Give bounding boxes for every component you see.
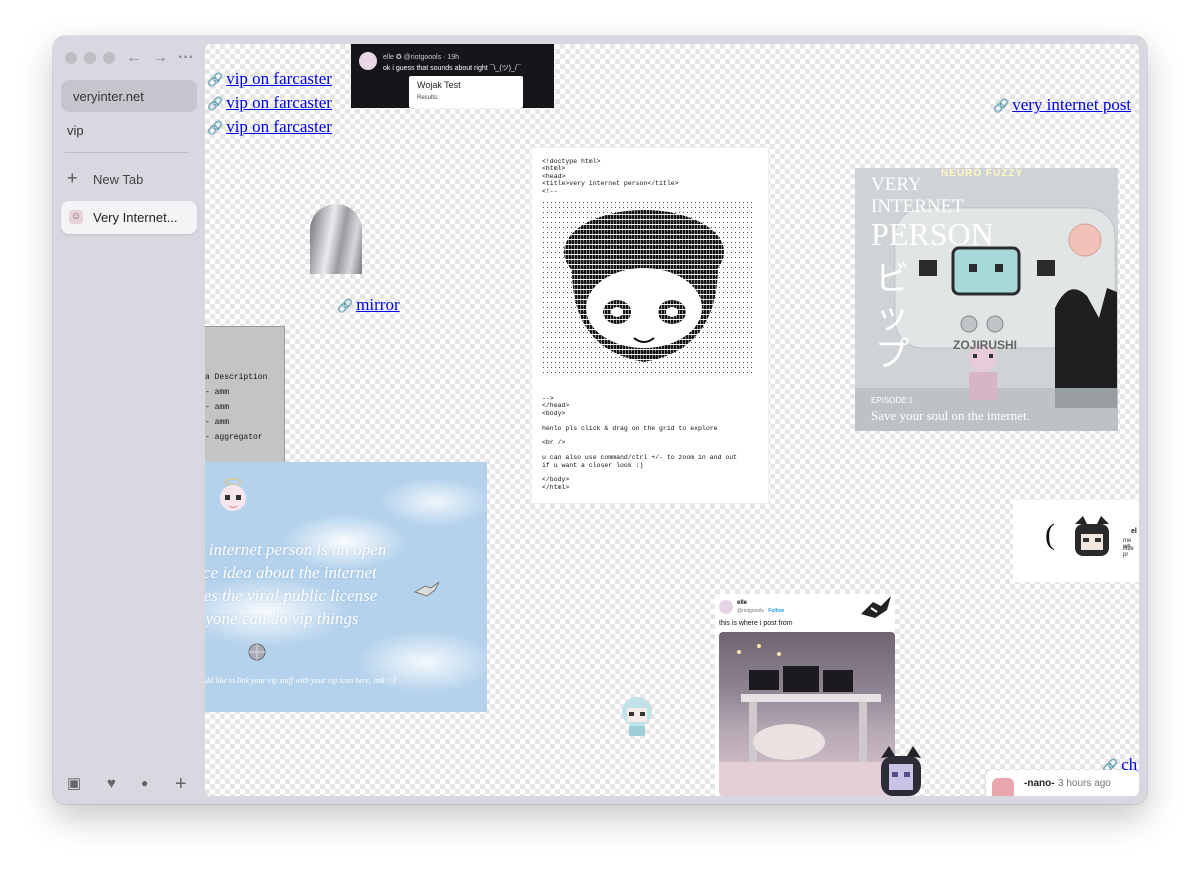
link-farcaster-1[interactable]: 🔗 vip on farcaster — [207, 69, 332, 89]
url-text: veryinter.net — [73, 89, 144, 104]
vip-title-line: VERY — [871, 174, 922, 195]
url-bar[interactable]: veryinter.net — [61, 80, 197, 112]
embedded-card-subtitle: Results: — [417, 95, 439, 101]
vip-poster-card[interactable]: NEURO FUZZY VERY INTERNET PERSON ビップ ZOJ… — [855, 168, 1118, 431]
manifesto-line: rce idea about the internet — [205, 563, 377, 582]
vip-brand-label: NEURO FUZZY — [941, 168, 1024, 179]
link-icon: 🔗 — [207, 120, 224, 135]
minimize-window-button[interactable] — [84, 52, 96, 64]
partial-tweet-card[interactable]: ( el me wh little pr — [1013, 500, 1139, 582]
tweet-text: ok i guess that sounds about right ¯\_(ツ… — [383, 65, 521, 72]
table-row: - aggregator — [205, 433, 263, 442]
link-very-internet-post[interactable]: 🔗 very internet post — [993, 95, 1131, 115]
table-card[interactable]: a Description - amm - amm - amm - aggreg… — [205, 326, 285, 464]
link-icon: 🔗 — [993, 98, 1010, 113]
manifesto-line: y internet person is an open — [205, 540, 387, 559]
vip-tagline: Save your soul on the internet. — [871, 408, 1030, 423]
tweet-handle: @riotgoools · Follow — [737, 608, 785, 614]
canvas-viewport[interactable]: 🔗 vip on farcaster 🔗 vip on farcaster 🔗 vip… — [205, 44, 1139, 796]
notification-time: 3 hours ago — [1058, 778, 1111, 789]
heart-icon[interactable]: ♥ — [107, 775, 116, 792]
dove-sprite — [413, 581, 440, 597]
notification-name: -nano- — [1024, 778, 1055, 789]
link-icon: 🔗 — [207, 96, 224, 111]
notification-toast[interactable]: -nano- 3 hours ago — [986, 770, 1139, 796]
tab-title: Very Internet... — [93, 210, 178, 225]
source-code-card[interactable]: <!doctype html> <html> <head> <title>ver… — [532, 148, 768, 503]
vip-title-line: INTERNET — [871, 196, 964, 217]
vip-title-line: PERSON — [871, 216, 994, 252]
tweet-card-bottom[interactable]: elle @riotgoools · Follow this is where … — [715, 594, 895, 796]
link-icon: 🔗 — [337, 298, 354, 313]
disco-ball-sprite — [248, 643, 266, 661]
paren-text: ( — [1045, 518, 1055, 551]
plus-icon: + — [67, 168, 78, 188]
tweet-text: this is where i post from — [719, 620, 793, 627]
close-window-button[interactable] — [65, 52, 77, 64]
link-farcaster-3[interactable]: 🔗 vip on farcaster — [207, 117, 332, 137]
ellipsis-icon[interactable]: ··· — [178, 48, 194, 68]
angel-sprite — [220, 478, 246, 511]
link-farcaster-2[interactable]: 🔗 vip on farcaster — [207, 93, 332, 113]
avatar — [359, 52, 377, 70]
space-label[interactable]: vip — [67, 123, 84, 138]
tab-very-internet[interactable]: ☺ Very Internet... — [61, 201, 197, 234]
link-mirror[interactable]: 🔗 mirror — [337, 295, 400, 315]
table-header: a Description — [205, 373, 268, 382]
vip-episode-label: EPISODE:1 — [871, 396, 914, 405]
manifesto-line: nyone can do vip things — [205, 609, 359, 628]
follow-link[interactable]: Follow — [768, 608, 784, 614]
tweet-photo — [719, 632, 895, 796]
arrow-right-icon[interactable]: → — [152, 48, 168, 68]
vip-katakana: ビップ — [875, 259, 909, 375]
embedded-card-title: Wojak Test — [417, 80, 461, 90]
tweet-card-top[interactable]: elle ✪ @riotgoools · 19h ok i guess that… — [351, 44, 554, 108]
ascii-art-portrait — [542, 200, 752, 376]
mirror-image[interactable] — [310, 204, 362, 274]
link-icon: 🔗 — [207, 72, 224, 87]
maximize-window-button[interactable] — [103, 52, 115, 64]
magpie-sprite — [861, 596, 891, 618]
tweet-name: elle — [737, 600, 748, 606]
notification-avatar — [992, 778, 1014, 796]
partial-tweet-name: el — [1131, 528, 1137, 535]
partial-tweet-text: little pr — [1123, 546, 1134, 558]
hooded-girl-sprite[interactable] — [875, 744, 927, 796]
manifesto-footnote: uld like to link your vip stuff with you… — [205, 676, 397, 685]
manifesto-line: ses the viral public license — [205, 586, 378, 605]
browser-window: ← → ··· veryinter.net vip + New Tab ☺ Ve… — [53, 36, 1147, 804]
cat-girl-sprite — [1075, 516, 1109, 556]
code-tail: --> </head> <body> henlo pls click & dra… — [542, 395, 738, 491]
arrow-left-icon[interactable]: ← — [126, 48, 142, 68]
table-row: - amm — [205, 388, 230, 397]
dot-icon[interactable]: ● — [141, 776, 148, 790]
new-tab-button[interactable]: + New Tab — [61, 168, 197, 192]
sidebar-divider — [65, 152, 189, 153]
chibi-sprite[interactable] — [617, 694, 657, 738]
vip-maker-label: ZOJIRUSHI — [953, 338, 1018, 352]
sidebar: ← → ··· veryinter.net vip + New Tab ☺ Ve… — [53, 36, 205, 804]
tweet-handle: elle ✪ @riotgoools · 19h — [383, 54, 460, 61]
avatar — [719, 600, 733, 614]
sky-manifesto-card[interactable]: y internet person is an open rce idea ab… — [205, 462, 487, 712]
table-row: - amm — [205, 418, 230, 427]
tab-favicon-icon: ☺ — [69, 210, 83, 224]
archive-icon[interactable]: ▣ — [67, 774, 81, 792]
embedded-card: Wojak Test Results: — [409, 76, 523, 108]
plus-icon[interactable]: + — [175, 773, 187, 796]
code-head: <!doctype html> <html> <head> <title>ver… — [542, 158, 679, 195]
table-row: - amm — [205, 403, 230, 412]
new-tab-label: New Tab — [93, 172, 144, 187]
desk-setup-photo — [719, 644, 895, 796]
